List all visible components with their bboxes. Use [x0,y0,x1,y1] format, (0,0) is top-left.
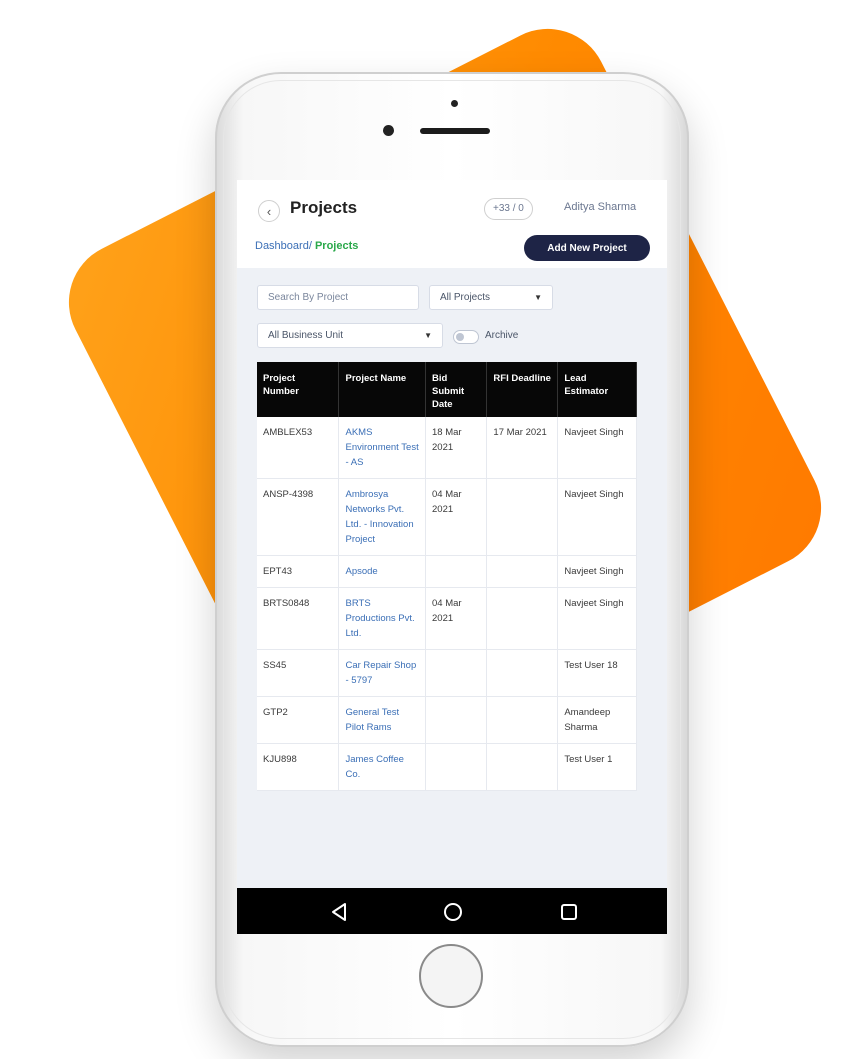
project-number-cell: KJU898 [257,743,340,791]
main-content: All Projects ▼ All Business Unit ▼ Archi… [237,268,667,898]
column-header-rfi-deadline[interactable]: RFI Deadline [486,362,559,417]
user-name[interactable]: Aditya Sharma [564,201,636,213]
projects-table: Project Number Project Name Bid Submit D… [257,362,637,791]
breadcrumb-dashboard-link[interactable]: Dashboard [255,240,309,252]
table-row: GTP2 General Test Pilot Rams Amandeep Sh… [257,696,637,744]
column-header-project-name[interactable]: Project Name [338,362,426,417]
project-filter-select[interactable]: All Projects ▼ [429,285,553,310]
camera-icon [451,100,458,107]
column-header-project-number[interactable]: Project Number [257,362,340,417]
lead-estimator-cell: Navjeet Singh [557,587,637,650]
project-name-link[interactable]: Apsode [338,555,426,588]
table-row: SS45 Car Repair Shop - 5797 Test User 18 [257,649,637,697]
column-header-bid-submit-date[interactable]: Bid Submit Date [425,362,488,417]
speaker-grille [420,128,490,134]
lead-estimator-cell: Navjeet Singh [557,417,637,479]
project-name-link[interactable]: BRTS Productions Pvt. Ltd. [338,587,426,650]
project-name-link[interactable]: James Coffee Co. [338,743,426,791]
bid-submit-date-cell: 18 Mar 2021 [425,417,488,479]
search-input[interactable] [257,285,419,310]
back-button[interactable]: ‹ [258,200,280,222]
archive-label: Archive [485,330,519,341]
rfi-deadline-cell [486,478,559,556]
bid-submit-date-cell [425,696,488,744]
lead-estimator-cell: Test User 1 [557,743,637,791]
project-number-cell: BRTS0848 [257,587,340,650]
table-header-row: Project Number Project Name Bid Submit D… [257,362,637,417]
table-row: EPT43 Apsode Navjeet Singh [257,555,637,588]
page-title: Projects [290,198,358,217]
home-button[interactable] [419,944,483,1008]
chevron-down-icon: ▼ [424,331,432,340]
business-unit-value: All Business Unit [268,330,344,341]
bid-submit-date-cell [425,649,488,697]
triangle-back-icon[interactable] [328,901,350,923]
project-name-link[interactable]: Ambrosya Networks Pvt. Ltd. - Innovation… [338,478,426,556]
chevron-left-icon: ‹ [266,203,272,219]
table-row: BRTS0848 BRTS Productions Pvt. Ltd. 04 M… [257,587,637,650]
rfi-deadline-cell [486,555,559,588]
project-name-link[interactable]: AKMS Environment Test - AS [338,417,426,479]
project-name-link[interactable]: General Test Pilot Rams [338,696,426,744]
rfi-deadline-cell [486,587,559,650]
project-name-link[interactable]: Car Repair Shop - 5797 [338,649,426,697]
bid-submit-date-cell: 04 Mar 2021 [425,478,488,556]
project-number-cell: ANSP-4398 [257,478,340,556]
project-number-cell: SS45 [257,649,340,697]
rfi-deadline-cell: 17 Mar 2021 [486,417,559,479]
bid-submit-date-cell: 04 Mar 2021 [425,587,488,650]
lead-estimator-cell: Navjeet Singh [557,478,637,556]
lead-estimator-cell: Amandeep Sharma [557,696,637,744]
table-row: ANSP-4398 Ambrosya Networks Pvt. Ltd. - … [257,478,637,556]
project-filter-value: All Projects [440,292,491,303]
app-header: ‹ Projects +33 / 0 Aditya Sharma Dashboa… [237,180,667,262]
circle-home-icon[interactable] [442,901,464,923]
business-unit-select[interactable]: All Business Unit ▼ [257,323,443,348]
add-new-project-button[interactable]: Add New Project [524,235,650,261]
project-number-cell: AMBLEX53 [257,417,340,479]
lead-estimator-cell: Test User 18 [557,649,637,697]
square-recent-icon[interactable] [558,901,580,923]
rfi-deadline-cell [486,649,559,697]
bid-submit-date-cell [425,555,488,588]
rfi-deadline-cell [486,696,559,744]
rfi-deadline-cell [486,743,559,791]
table-row: KJU898 James Coffee Co. Test User 1 [257,743,637,791]
breadcrumb-separator: / [308,240,312,252]
project-number-cell: EPT43 [257,555,340,588]
lead-estimator-cell: Navjeet Singh [557,555,637,588]
android-nav-bar [237,888,667,934]
phone-screen: ‹ Projects +33 / 0 Aditya Sharma Dashboa… [237,180,667,934]
column-header-lead-estimator[interactable]: Lead Estimator [557,362,637,417]
archive-toggle[interactable] [453,330,479,344]
project-number-cell: GTP2 [257,696,340,744]
counter-badge[interactable]: +33 / 0 [484,198,533,220]
breadcrumb: Dashboard/ Projects [255,240,358,252]
chevron-down-icon: ▼ [534,293,542,302]
bid-submit-date-cell [425,743,488,791]
breadcrumb-current: Projects [314,240,359,252]
sensor-icon [383,125,394,136]
table-row: AMBLEX53 AKMS Environment Test - AS 18 M… [257,417,637,479]
